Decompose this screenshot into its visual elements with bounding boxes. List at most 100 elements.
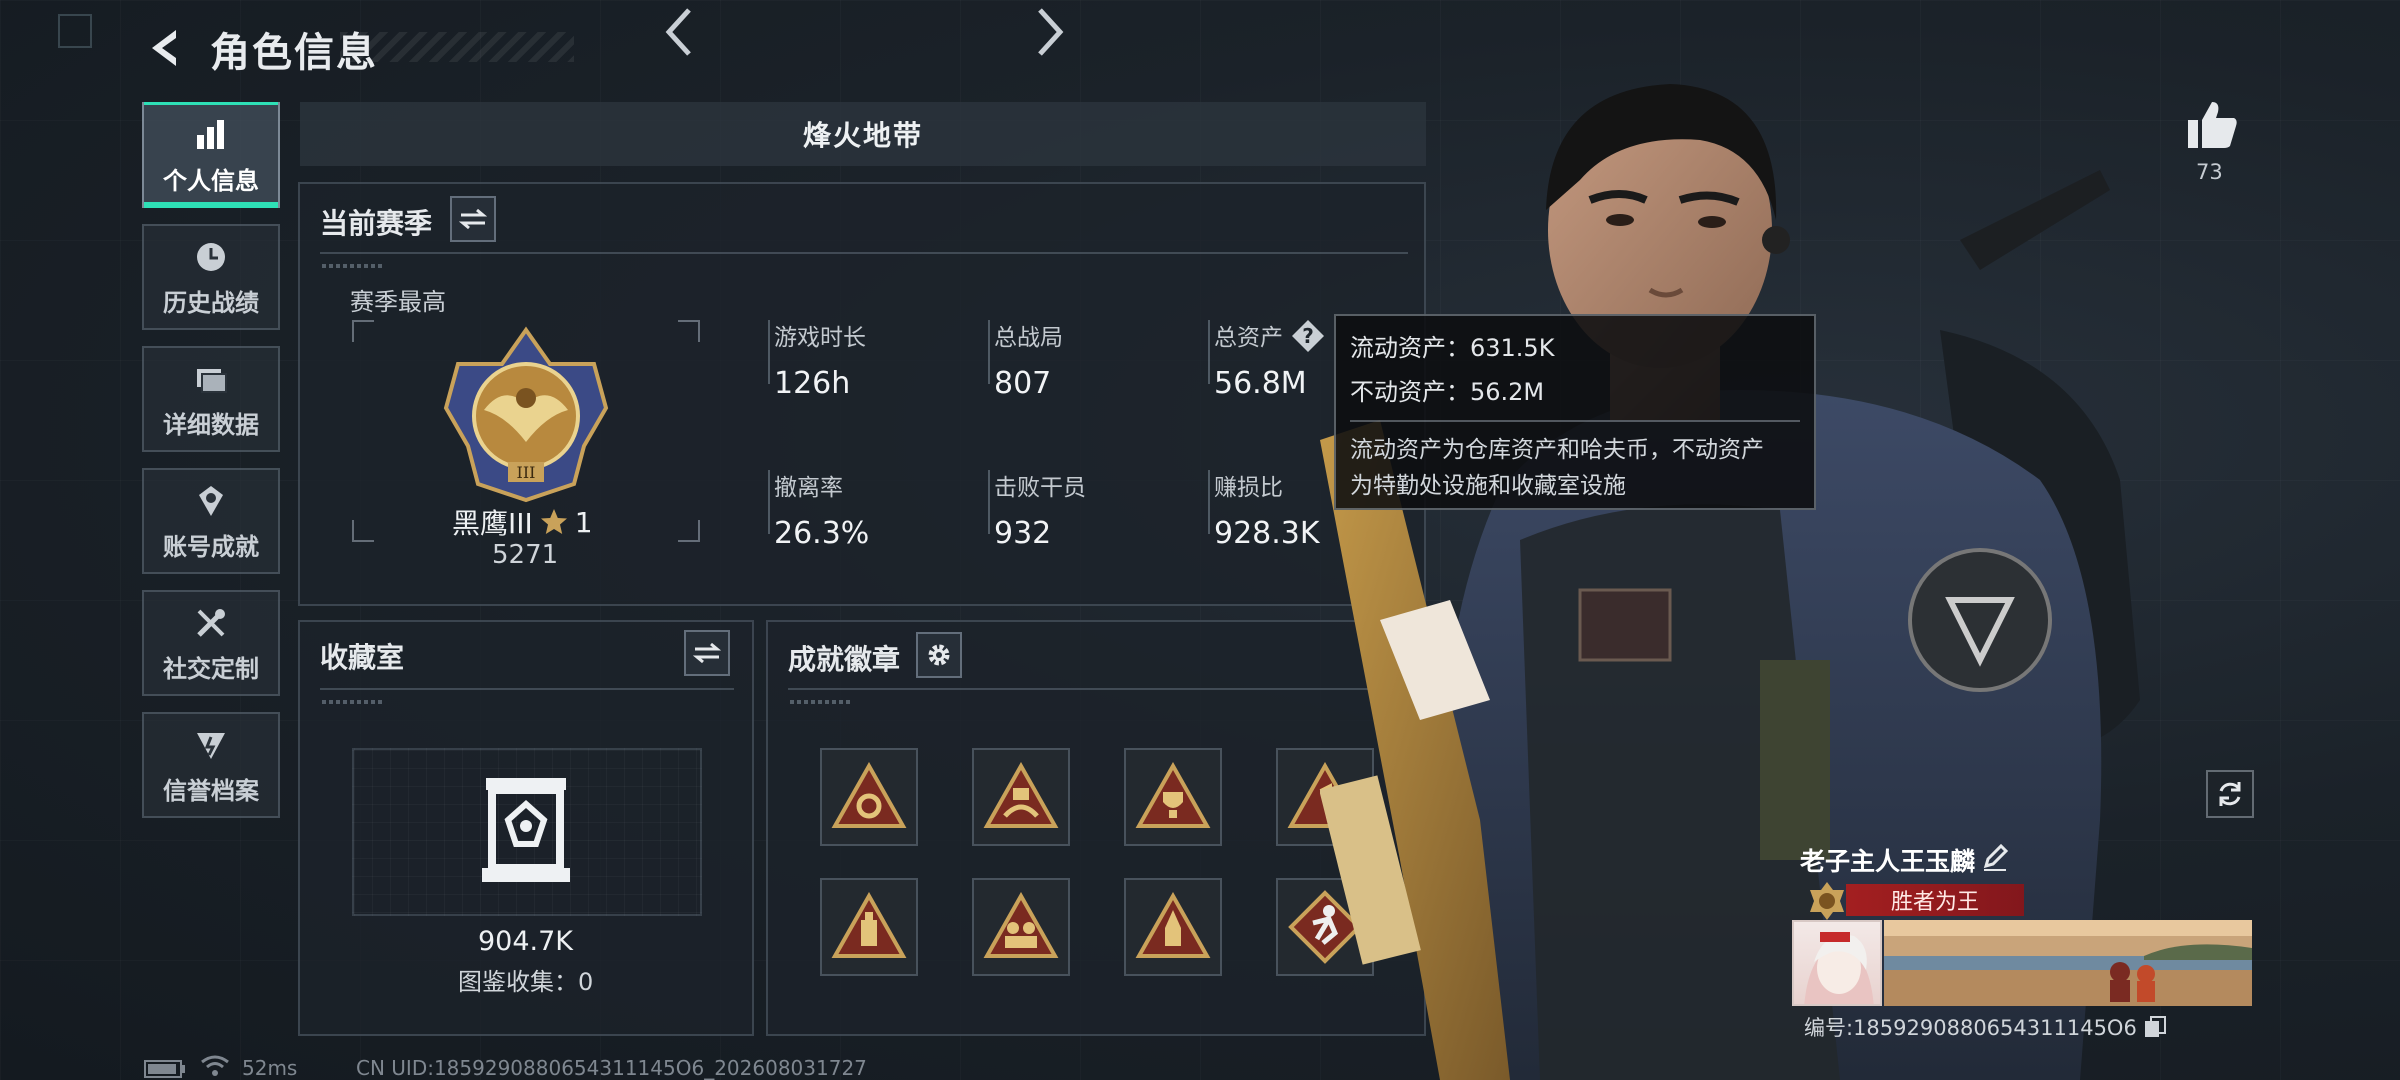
star-icon bbox=[540, 509, 567, 534]
stat-play-time: 游戏时长 126h bbox=[774, 318, 866, 401]
rank-score: 5271 bbox=[492, 540, 559, 570]
tooltip-liquid-assets: 流动资产：631.5K bbox=[1350, 334, 1555, 362]
player-title-badge: 胜者为王 bbox=[1846, 884, 2024, 916]
svg-text:III: III bbox=[517, 463, 536, 482]
refresh-icon bbox=[2219, 782, 2241, 806]
trophy-badge-icon bbox=[1135, 762, 1211, 828]
achievement-badge[interactable] bbox=[1124, 878, 1222, 976]
sidebar-item-detailed-data[interactable]: 详细数据 bbox=[142, 346, 280, 452]
tooltip-desc-line-1: 流动资产为仓库资产和哈夫币，不动资产 bbox=[1350, 437, 1764, 463]
stat-divider bbox=[768, 470, 770, 534]
wifi-icon bbox=[201, 1055, 229, 1076]
achievement-badge[interactable] bbox=[1124, 748, 1222, 846]
title-underline-deco bbox=[790, 700, 850, 704]
collection-switch-button[interactable] bbox=[684, 630, 730, 676]
mode-switch-bar: 烽火地带 bbox=[300, 102, 1426, 166]
ping-readout: 52ms bbox=[242, 1056, 298, 1080]
back-arrow-icon[interactable] bbox=[142, 24, 190, 72]
achievement-badge[interactable] bbox=[972, 748, 1070, 846]
bar-chart-icon bbox=[191, 115, 231, 155]
stat-value: 126h bbox=[774, 366, 851, 401]
squad-badge-icon bbox=[983, 892, 1059, 958]
tools-icon bbox=[191, 603, 231, 643]
display-case-icon bbox=[482, 778, 570, 882]
stat-extraction-rate: 撤离率 26.3% bbox=[774, 468, 869, 551]
stat-operators-defeated: 击败干员 932 bbox=[994, 468, 1086, 551]
stat-divider bbox=[768, 320, 770, 384]
achievements-title: 成就徽章 bbox=[788, 643, 901, 676]
stat-value: 807 bbox=[994, 366, 1052, 401]
bottle-badge-icon bbox=[831, 892, 907, 958]
stat-value: 26.3% bbox=[774, 516, 870, 551]
edit-pencil-icon[interactable] bbox=[1980, 842, 2010, 872]
copy-icon[interactable] bbox=[2143, 1015, 2167, 1039]
corner-marker bbox=[58, 14, 92, 48]
tooltip-fixed-assets: 不动资产：56.2M bbox=[1350, 378, 1545, 406]
number-badge-icon bbox=[983, 762, 1059, 828]
achievement-badge[interactable] bbox=[820, 878, 918, 976]
stat-label: 击败干员 bbox=[994, 475, 1086, 501]
divider bbox=[320, 688, 734, 690]
title-underline-deco bbox=[322, 264, 382, 268]
thumbs-up-icon[interactable] bbox=[2184, 98, 2240, 150]
achievements-settings-button[interactable] bbox=[916, 632, 962, 678]
sidebar-item-label: 个人信息 bbox=[163, 166, 259, 195]
rank-medal-icon: III bbox=[443, 326, 609, 503]
mode-title: 烽火地带 bbox=[802, 119, 923, 152]
stat-value: 928.3K bbox=[1214, 516, 1320, 551]
title-underline-deco bbox=[322, 700, 382, 704]
folder-icon bbox=[191, 359, 231, 399]
divider bbox=[788, 688, 1406, 690]
achievement-badge[interactable] bbox=[972, 878, 1070, 976]
player-name: 老子主人王玉麟 bbox=[1800, 847, 1976, 876]
sidebar-item-label: 详细数据 bbox=[163, 410, 259, 439]
clock-icon bbox=[191, 237, 231, 277]
sidebar-item-reputation[interactable]: 信誉档案 bbox=[142, 712, 280, 818]
assets-tooltip: 流动资产：631.5K 不动资产：56.2M 流动资产为仓库资产和哈夫币，不动资… bbox=[1334, 314, 1816, 510]
sidebar-item-label: 社交定制 bbox=[163, 654, 259, 683]
season-switch-button[interactable] bbox=[450, 196, 496, 242]
avatar[interactable] bbox=[1792, 920, 1882, 1006]
uid-readout: CN UID:1859290880654311145O6_20260803172… bbox=[356, 1056, 867, 1080]
title-emblem-icon bbox=[1810, 882, 1844, 920]
like-count: 73 bbox=[2196, 160, 2223, 184]
gear-icon bbox=[928, 644, 950, 666]
stat-divider bbox=[1208, 320, 1210, 384]
chevron-right-icon[interactable] bbox=[1024, 6, 1074, 58]
rank-name: 黑鹰III 1 bbox=[452, 502, 593, 542]
stat-divider bbox=[1208, 470, 1210, 534]
sidebar-item-history[interactable]: 历史战绩 bbox=[142, 224, 280, 330]
season-title: 当前赛季 bbox=[320, 207, 433, 240]
achievement-badge[interactable] bbox=[820, 748, 918, 846]
sidebar-item-personal-info[interactable]: 个人信息 bbox=[142, 102, 280, 208]
gear-badge-icon bbox=[831, 762, 907, 828]
sidebar-item-label: 信誉档案 bbox=[163, 776, 259, 805]
stat-value: 932 bbox=[994, 516, 1052, 551]
title-decoration bbox=[340, 32, 574, 62]
svg-text:?: ? bbox=[1302, 324, 1314, 348]
sidebar-item-social-custom[interactable]: 社交定制 bbox=[142, 590, 280, 696]
rank-name-text: 黑鹰III bbox=[452, 507, 533, 540]
collection-title: 收藏室 bbox=[320, 641, 405, 674]
chevron-left-icon[interactable] bbox=[655, 6, 705, 58]
player-id-text: 编号:1859290880654311145O6 bbox=[1804, 1016, 2137, 1040]
season-best-label: 赛季最高 bbox=[350, 288, 446, 316]
stat-value: 56.8M bbox=[1214, 366, 1307, 401]
battery-icon bbox=[144, 1060, 185, 1078]
refresh-button[interactable] bbox=[2206, 770, 2254, 818]
sidebar-item-account-achievements[interactable]: 账号成就 bbox=[142, 468, 280, 574]
stat-divider bbox=[988, 470, 990, 534]
divider bbox=[320, 252, 1408, 254]
sidebar-item-label: 账号成就 bbox=[163, 532, 259, 561]
stat-label: 赚损比 bbox=[1214, 475, 1283, 501]
player-id: 编号:1859290880654311145O6 bbox=[1804, 1012, 2167, 1042]
rocket-badge-icon bbox=[1135, 892, 1211, 958]
rank-stars: 1 bbox=[574, 505, 593, 539]
stat-divider bbox=[988, 320, 990, 384]
sidebar-item-label: 历史战绩 bbox=[163, 288, 259, 317]
stat-label: 游戏时长 bbox=[774, 325, 866, 351]
collection-value: 904.7K bbox=[478, 926, 574, 957]
achievement-icon bbox=[191, 481, 231, 521]
swap-icon bbox=[693, 642, 721, 664]
collection-catalog: 图鉴收集：0 bbox=[458, 968, 594, 996]
